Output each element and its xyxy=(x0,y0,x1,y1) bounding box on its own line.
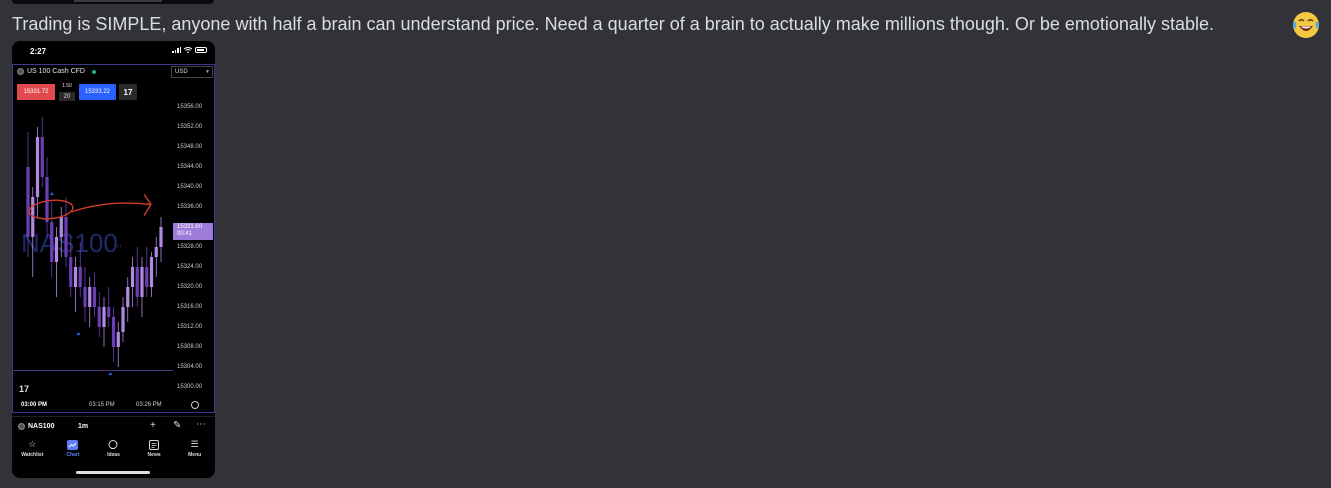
price-tick-label: 15304.00 xyxy=(177,364,203,370)
status-bar: 2:27 xyxy=(12,41,215,61)
symbol-watermark: NAS100 xyxy=(21,228,118,258)
tab-watchlist[interactable]: ☆ Watchlist xyxy=(12,439,53,467)
candle-body xyxy=(50,222,54,262)
price-tick-label: 15316.00 xyxy=(177,304,203,310)
previous-attachment-edge xyxy=(12,0,214,4)
plus-icon[interactable]: + xyxy=(150,420,156,431)
buy-arrow-icon xyxy=(108,372,113,375)
annotation-arrow-line xyxy=(70,202,152,213)
status-time: 2:27 xyxy=(30,47,47,56)
chart-settings-icon[interactable] xyxy=(191,401,199,409)
time-label: 03:00 PM xyxy=(21,402,48,408)
price-tick-label: 15352.00 xyxy=(177,124,203,130)
candle-body xyxy=(154,247,158,257)
candle-body xyxy=(149,257,154,287)
candle-body xyxy=(159,227,163,247)
price-tick-label: 15324.00 xyxy=(177,264,203,270)
candle-body xyxy=(135,267,139,297)
price-tick-label: 15300.00 xyxy=(177,384,203,390)
candle-body xyxy=(121,307,125,332)
menu-icon: ☰ xyxy=(190,439,199,449)
message-text: Trading is SIMPLE, anyone with half a br… xyxy=(12,14,1214,34)
candle-body xyxy=(111,317,116,347)
candle-body xyxy=(107,307,111,317)
candle-body xyxy=(83,287,87,307)
wifi-icon xyxy=(184,47,192,53)
symbol-selector[interactable]: NAS100 xyxy=(18,423,54,430)
current-price-value: 15331.60 xyxy=(177,224,203,230)
bottom-tab-bar: ☆ Watchlist Chart Ideas News ☰ Menu xyxy=(12,439,215,467)
annotation-arrowhead-icon xyxy=(143,194,152,216)
candle-body xyxy=(92,287,97,307)
ideas-icon xyxy=(107,439,119,450)
tab-ideas[interactable]: Ideas xyxy=(93,439,134,467)
buy-arrow-icon xyxy=(76,332,81,335)
candle-body xyxy=(130,267,135,287)
price-tick-label: 15356.00 xyxy=(177,104,203,110)
candle-body xyxy=(116,332,120,347)
candle-body xyxy=(126,287,130,307)
candle-countdown: 00:41 xyxy=(177,231,193,237)
candle-body xyxy=(64,217,68,257)
price-tick-label: 15340.00 xyxy=(177,184,203,190)
news-icon xyxy=(148,439,160,450)
price-tick-label: 15344.00 xyxy=(177,164,203,170)
toolbar-symbol-label: NAS100 xyxy=(28,423,55,430)
time-label: 03:15 PM xyxy=(89,402,115,408)
price-tick-label: 15336.00 xyxy=(177,204,203,210)
buy-arrow-icon xyxy=(49,192,54,195)
candle-body xyxy=(88,287,92,307)
chart-panel[interactable]: US 100 Cash CFD USD ▼ 15331.72 1.50 20 1… xyxy=(12,64,215,413)
candle-body xyxy=(54,237,59,262)
chart-icon xyxy=(67,439,79,450)
star-icon: ☆ xyxy=(28,439,37,449)
tab-label: Chart xyxy=(66,452,80,458)
tab-label: News xyxy=(147,452,161,458)
tab-label: Menu xyxy=(188,452,202,458)
chart-toolbar: NAS100 1m + ✎ ⋯ xyxy=(12,416,215,437)
tradingview-watermark-icon: 17 xyxy=(19,384,30,394)
symbol-logo-icon xyxy=(18,423,25,430)
time-label: 03:26 PM xyxy=(136,402,162,408)
home-indicator xyxy=(76,471,150,474)
candle-body xyxy=(73,267,78,287)
tab-news[interactable]: News xyxy=(134,439,175,467)
trading-app-screenshot: 2:27 US 100 Cash CFD USD ▼ 15331.72 1.50… xyxy=(12,41,215,478)
candle-body xyxy=(145,267,149,287)
candle-body xyxy=(69,257,73,287)
candle-body xyxy=(78,267,82,287)
tab-menu[interactable]: ☰ Menu xyxy=(174,439,215,467)
draw-pen-icon[interactable]: ✎ xyxy=(173,420,181,431)
candlestick-chart[interactable]: NAS100↓↓ xyxy=(13,65,173,400)
candle-body xyxy=(97,307,101,327)
sell-marker-icon: ↓↓ xyxy=(116,243,121,249)
time-axis[interactable]: 03:00 PM 03:15 PM 03:26 PM xyxy=(13,402,215,412)
candle-body xyxy=(140,267,144,297)
price-tick-label: 15312.00 xyxy=(177,324,203,330)
current-price-label: 15331.60 00:41 xyxy=(173,223,213,240)
tab-label: Watchlist xyxy=(21,452,44,458)
more-icon[interactable]: ⋯ xyxy=(196,419,206,430)
price-tick-label: 15320.00 xyxy=(177,284,203,290)
tab-label: Ideas xyxy=(107,452,120,458)
candle-body xyxy=(40,137,44,177)
candle-body xyxy=(35,137,40,197)
price-tick-label: 15328.00 xyxy=(177,244,203,250)
candle-body xyxy=(45,177,49,222)
price-tick-label: 15308.00 xyxy=(177,344,203,350)
interval-selector[interactable]: 1m xyxy=(78,423,88,430)
signal-icon xyxy=(172,47,181,53)
price-tick-label: 15348.00 xyxy=(177,144,203,150)
candle-body xyxy=(26,167,30,237)
candle-body xyxy=(102,307,106,327)
joy-emoji-icon xyxy=(1293,12,1319,38)
battery-icon xyxy=(195,47,207,53)
tab-chart[interactable]: Chart xyxy=(53,439,94,467)
candle-body xyxy=(59,217,63,237)
